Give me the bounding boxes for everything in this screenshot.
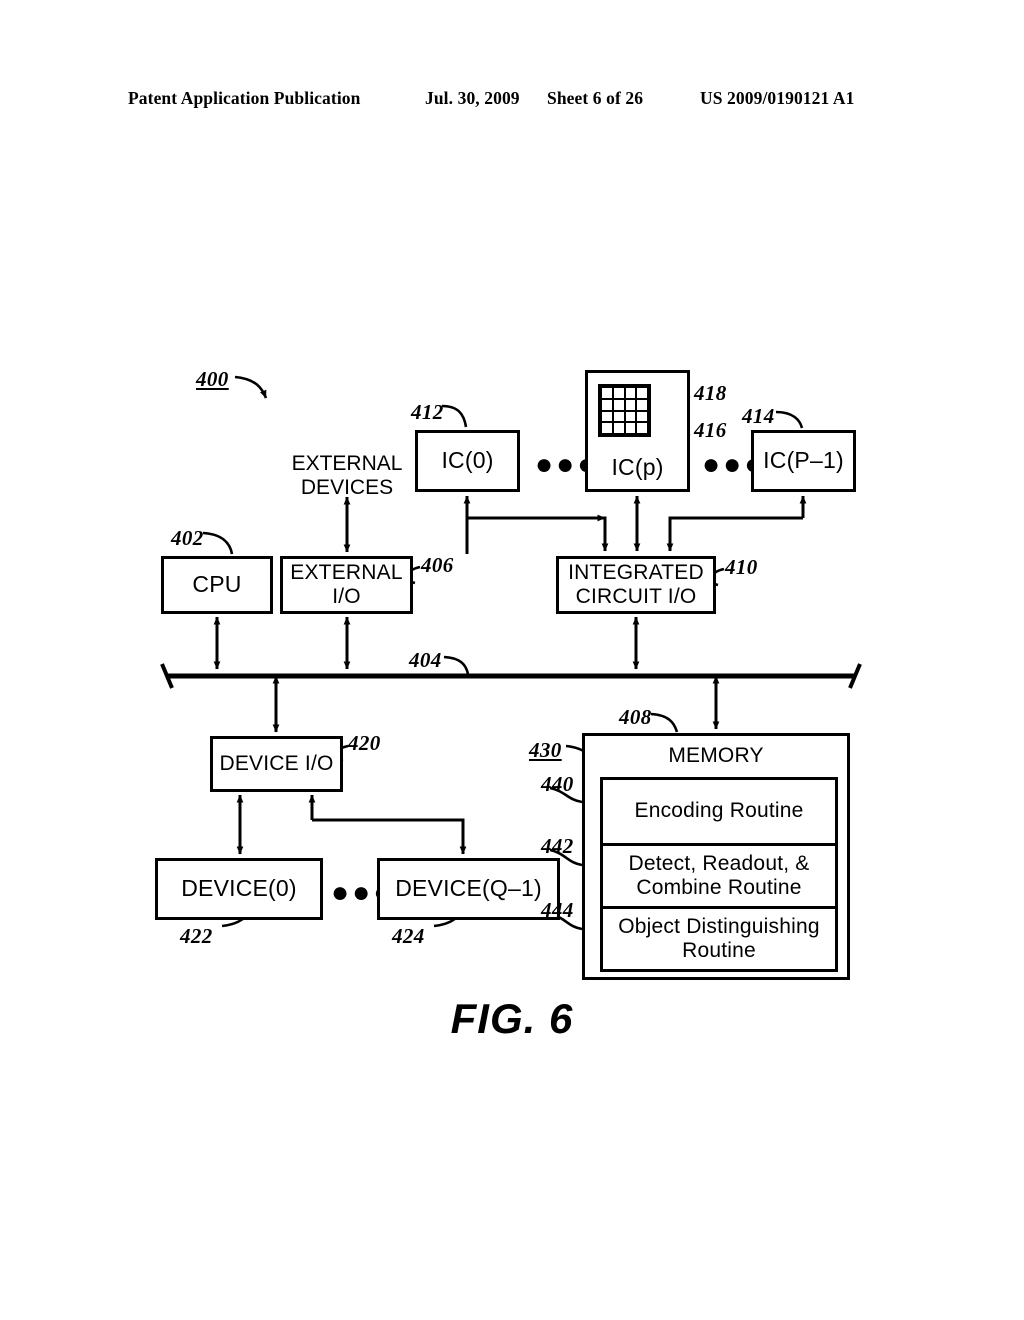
grid-cell xyxy=(613,411,624,422)
reference-numeral-420: 420 xyxy=(348,731,381,755)
grid-cell xyxy=(613,399,624,410)
reference-numeral-416: 416 xyxy=(694,418,727,442)
grid-cell xyxy=(637,388,647,398)
block-external-io-line2: I/O xyxy=(332,585,361,608)
grid-cell xyxy=(625,399,636,410)
reference-numeral-424: 424 xyxy=(392,924,425,948)
grid-cell xyxy=(613,388,624,398)
reference-numeral-400: 400 xyxy=(196,367,229,391)
reference-numeral-410: 410 xyxy=(725,555,758,579)
block-ic0: IC(0) xyxy=(415,430,520,492)
block-external-io: EXTERNAL I/O xyxy=(280,556,413,614)
memory-routine-detect-readout-combine: Detect, Readout, & Combine Routine xyxy=(603,843,835,906)
reference-numeral-440: 440 xyxy=(541,772,574,796)
block-device-0-label: DEVICE(0) xyxy=(181,875,297,902)
block-integrated-circuit-io-label: INTEGRATED CIRCUIT I/O xyxy=(568,561,704,608)
memory-routine-object-line2: Routine xyxy=(682,939,756,962)
block-device-0: DEVICE(0) xyxy=(155,858,323,920)
block-device-q-minus-1: DEVICE(Q–1) xyxy=(377,858,560,920)
memory-routine-detect-line1: Detect, Readout, & xyxy=(628,851,810,875)
block-ic0-label: IC(0) xyxy=(441,447,494,474)
grid-cell xyxy=(625,423,636,433)
reference-numeral-444: 444 xyxy=(541,898,574,922)
block-integrated-circuit-io: INTEGRATED CIRCUIT I/O xyxy=(556,556,716,614)
grid-cell xyxy=(637,399,647,410)
block-integrated-circuit-io-line1: INTEGRATED xyxy=(568,561,704,585)
external-devices-line2: DEVICES xyxy=(300,476,394,500)
block-ic-p-minus-1-label: IC(P–1) xyxy=(763,447,844,474)
block-device-io-label: DEVICE I/O xyxy=(219,752,334,776)
photosensor-array-grid-icon xyxy=(598,384,651,437)
block-memory-title: MEMORY xyxy=(668,744,764,767)
figure-6-block-diagram: IC(0) ●●● IC(p) ●●● IC(P–1) EXTERNAL DEV… xyxy=(0,0,1024,1320)
grid-cell xyxy=(625,411,636,422)
block-external-io-label: EXTERNAL I/O xyxy=(290,561,402,608)
grid-cell xyxy=(625,388,636,398)
reference-numeral-402: 402 xyxy=(171,526,204,550)
grid-cell xyxy=(602,399,612,410)
block-cpu: CPU xyxy=(161,556,273,614)
memory-routine-detect-readout-combine-label: Detect, Readout, & Combine Routine xyxy=(628,852,809,900)
grid-cell xyxy=(602,423,612,433)
memory-routine-object-distinguishing-label: Object Distinguishing Routine xyxy=(618,915,819,963)
block-device-q-minus-1-label: DEVICE(Q–1) xyxy=(395,875,542,902)
memory-routine-encoding-label: Encoding Routine xyxy=(634,799,804,823)
grid-cell xyxy=(602,388,612,398)
grid-cell xyxy=(637,423,647,433)
reference-numeral-418: 418 xyxy=(694,381,727,405)
memory-routine-object-distinguishing: Object Distinguishing Routine xyxy=(603,906,835,969)
reference-numeral-442: 442 xyxy=(541,834,574,858)
memory-routine-encoding: Encoding Routine xyxy=(603,780,835,843)
grid-cell xyxy=(637,411,647,422)
grid-cell xyxy=(602,411,612,422)
block-memory: MEMORY Encoding Routine Detect, Readout,… xyxy=(582,733,850,980)
reference-numeral-414: 414 xyxy=(742,404,775,428)
figure-caption: FIG. 6 xyxy=(450,995,574,1042)
memory-routine-list: Encoding Routine Detect, Readout, & Comb… xyxy=(600,777,838,972)
external-devices-line1: EXTERNAL xyxy=(291,452,403,475)
block-cpu-label: CPU xyxy=(192,571,242,598)
reference-numeral-406: 406 xyxy=(421,553,454,577)
reference-numeral-404: 404 xyxy=(409,648,442,672)
block-external-io-line1: EXTERNAL xyxy=(290,561,403,585)
block-integrated-circuit-io-line2: CIRCUIT I/O xyxy=(575,585,697,608)
reference-numeral-430: 430 xyxy=(529,738,562,762)
external-devices-label: EXTERNAL DEVICES xyxy=(283,452,411,500)
reference-numeral-422: 422 xyxy=(180,924,213,948)
block-icp-label: IC(p) xyxy=(611,454,664,481)
memory-routine-detect-line2: Combine Routine xyxy=(636,876,802,899)
block-device-io: DEVICE I/O xyxy=(210,736,343,792)
connector-lines xyxy=(160,375,862,931)
block-ic-p-minus-1: IC(P–1) xyxy=(751,430,856,492)
grid-cell xyxy=(613,423,624,433)
reference-numeral-408: 408 xyxy=(619,705,652,729)
reference-numeral-412: 412 xyxy=(411,400,444,424)
memory-routine-object-line1: Object Distinguishing xyxy=(618,914,820,938)
